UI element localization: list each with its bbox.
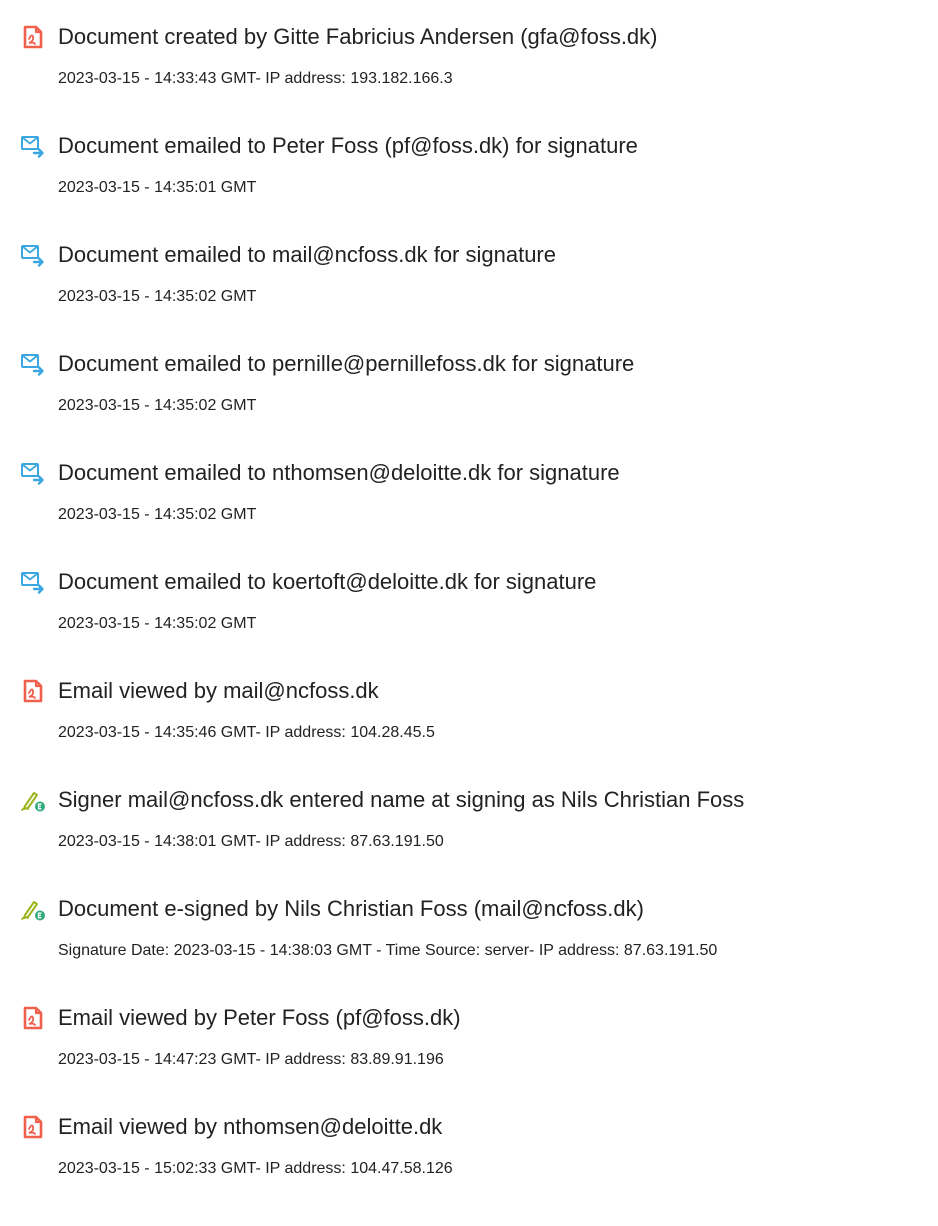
event-item: Email viewed by Peter Foss (pf@foss.dk) … [0, 993, 938, 1093]
event-item: Email viewed by mail@ncfoss.dk 2023-03-1… [0, 666, 938, 766]
document-icon [20, 1005, 46, 1031]
document-icon [20, 24, 46, 50]
event-detail: 2023-03-15 - 14:35:46 GMT- IP address: 1… [58, 724, 435, 741]
document-icon [20, 1114, 46, 1140]
event-detail: 2023-03-15 - 14:33:43 GMT- IP address: 1… [58, 70, 453, 87]
event-detail: 2023-03-15 - 14:35:02 GMT [58, 615, 257, 632]
email-forward-icon [20, 569, 46, 595]
email-forward-icon [20, 133, 46, 159]
event-title: Document created by Gitte Fabricius Ande… [58, 24, 658, 49]
event-item: Document emailed to mail@ncfoss.dk for s… [0, 230, 938, 330]
event-title: Document e-signed by Nils Christian Foss… [58, 896, 644, 921]
event-item: Document emailed to nthomsen@deloitte.dk… [0, 448, 938, 548]
event-title: Email viewed by nthomsen@deloitte.dk [58, 1114, 443, 1139]
event-item: Email viewed by nthomsen@deloitte.dk 202… [0, 1102, 938, 1202]
email-forward-icon [20, 242, 46, 268]
event-detail: 2023-03-15 - 14:35:01 GMT [58, 179, 257, 196]
event-item: Document emailed to Peter Foss (pf@foss.… [0, 121, 938, 221]
event-item: Document emailed to koertoft@deloitte.dk… [0, 557, 938, 657]
event-detail: 2023-03-15 - 14:47:23 GMT- IP address: 8… [58, 1051, 444, 1068]
event-detail: 2023-03-15 - 14:35:02 GMT [58, 397, 257, 414]
event-item: Document e-signed by Nils Christian Foss… [0, 884, 938, 984]
e-sign-pen-icon [20, 787, 46, 813]
event-title: Email viewed by Peter Foss (pf@foss.dk) [58, 1005, 461, 1030]
event-title: Document emailed to mail@ncfoss.dk for s… [58, 242, 556, 267]
event-title: Document emailed to koertoft@deloitte.dk… [58, 569, 597, 594]
event-item: Signer mail@ncfoss.dk entered name at si… [0, 775, 938, 875]
e-sign-pen-icon [20, 896, 46, 922]
event-detail: Signature Date: 2023-03-15 - 14:38:03 GM… [58, 942, 718, 959]
event-title: Document emailed to Peter Foss (pf@foss.… [58, 133, 638, 158]
event-detail: 2023-03-15 - 15:02:33 GMT- IP address: 1… [58, 1160, 453, 1177]
event-title: Document emailed to nthomsen@deloitte.dk… [58, 460, 620, 485]
email-forward-icon [20, 351, 46, 377]
event-title: Email viewed by mail@ncfoss.dk [58, 678, 379, 703]
event-title: Signer mail@ncfoss.dk entered name at si… [58, 787, 745, 812]
event-item: Document emailed to pernille@pernillefos… [0, 339, 938, 439]
document-icon [20, 678, 46, 704]
email-forward-icon [20, 460, 46, 486]
event-detail: 2023-03-15 - 14:35:02 GMT [58, 288, 257, 305]
event-title: Document emailed to pernille@pernillefos… [58, 351, 635, 376]
event-detail: 2023-03-15 - 14:38:01 GMT- IP address: 8… [58, 833, 444, 850]
event-detail: 2023-03-15 - 14:35:02 GMT [58, 506, 257, 523]
event-item: Document created by Gitte Fabricius Ande… [0, 12, 938, 112]
